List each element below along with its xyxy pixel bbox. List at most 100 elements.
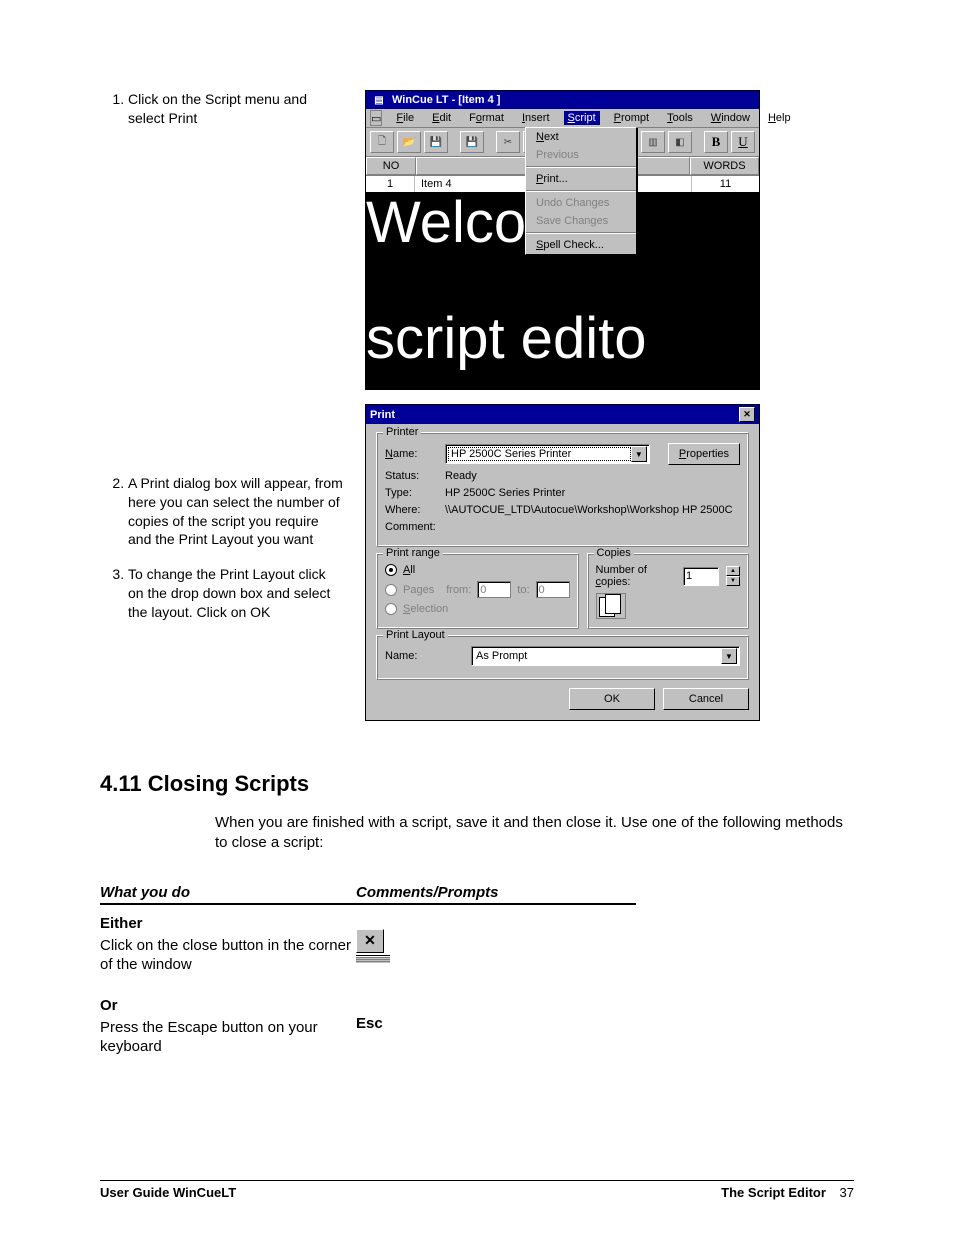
- opt-all[interactable]: All: [385, 564, 570, 576]
- to-input: 0: [536, 581, 570, 598]
- col-a-title: What you do: [100, 884, 356, 905]
- tb-bold-button[interactable]: B: [704, 131, 728, 153]
- copies-group: Copies Number of copies: 1 ▲ ▼: [587, 553, 749, 629]
- menu-window[interactable]: Window: [707, 111, 754, 125]
- toolbar: 🗋 📂 💾 💾 ✂ ⧉ ▥ ◧ B U Next P: [366, 128, 759, 157]
- table-header: What you do Comments/Prompts: [100, 884, 640, 911]
- tb-cut-icon[interactable]: ✂: [496, 131, 520, 153]
- instructions-col: Click on the Script menu and select Prin…: [100, 90, 345, 721]
- tb-new-icon[interactable]: 🗋: [370, 131, 394, 153]
- menu-format[interactable]: Format: [465, 111, 508, 125]
- opt-selection: Selection: [385, 603, 570, 615]
- printer-name-value: HP 2500C Series Printer: [448, 447, 631, 461]
- spin-down-icon[interactable]: ▼: [726, 576, 740, 586]
- from-label: from:: [446, 584, 471, 596]
- dlg-title-text: Print: [370, 409, 395, 421]
- tb-saveall-icon[interactable]: 💾: [460, 131, 484, 153]
- dd-sep3: [526, 232, 636, 234]
- properties-button[interactable]: Properties: [668, 443, 740, 465]
- section-para: When you are finished with a script, sav…: [215, 813, 854, 854]
- opt-pages: Pages from: 0 to: 0: [385, 581, 570, 598]
- comment-row: Comment:: [385, 521, 740, 533]
- footer-right: The Script Editor 37: [721, 1185, 854, 1200]
- footer: User Guide WinCueLT The Script Editor 37: [100, 1180, 854, 1200]
- section-heading: 4.11 Closing Scripts: [100, 771, 854, 797]
- menu-insert[interactable]: Insert: [518, 111, 554, 125]
- combo-arrow-icon[interactable]: ▼: [631, 446, 647, 462]
- copies-spinner[interactable]: ▲ ▼: [726, 566, 740, 586]
- spin-up-icon[interactable]: ▲: [726, 566, 740, 576]
- layout-combo[interactable]: As Prompt ▼: [471, 646, 740, 666]
- layout-group: Print Layout Name: As Prompt ▼: [376, 635, 749, 680]
- spacer: [100, 144, 345, 474]
- col-b-title: Comments/Prompts: [356, 884, 636, 905]
- tb-open-icon[interactable]: 📂: [397, 131, 421, 153]
- esc-label: Esc: [356, 1015, 636, 1032]
- step-3: To change the Print Layout click on the …: [128, 565, 345, 622]
- dd-spell-check[interactable]: Spell Check...: [526, 236, 636, 254]
- ok-button[interactable]: OK: [569, 688, 655, 710]
- tb-misc2-icon[interactable]: ◧: [668, 131, 692, 153]
- type-label: Type:: [385, 487, 439, 499]
- copies-input[interactable]: 1: [683, 567, 719, 586]
- status-label: Status:: [385, 470, 439, 482]
- window-close-icon: ✕: [356, 929, 384, 953]
- printer-name-row: Name: HP 2500C Series Printer ▼ Properti…: [385, 443, 740, 465]
- titlebar: ▤ WinCue LT - [Item 4 ]: [366, 91, 759, 109]
- layout-name-label: Name:: [385, 650, 465, 662]
- either-label: Either: [100, 915, 356, 932]
- tb-save-icon[interactable]: 💾: [424, 131, 448, 153]
- type-value: HP 2500C Series Printer: [445, 487, 565, 499]
- menu-prompt[interactable]: Prompt: [610, 111, 653, 125]
- status-value: Ready: [445, 470, 477, 482]
- radio-selection: [385, 603, 397, 615]
- footer-right-text: The Script Editor: [721, 1185, 826, 1200]
- col-words: WORDS: [690, 157, 759, 175]
- dlg-titlebar: Print ✕: [366, 405, 759, 424]
- name-label: Name:: [385, 448, 439, 460]
- dd-save-changes: Save Changes: [526, 212, 636, 230]
- range-legend: Print range: [383, 547, 443, 559]
- dlg-body: Printer Name: HP 2500C Series Printer ▼ …: [366, 424, 759, 720]
- radio-all[interactable]: [385, 564, 397, 576]
- printer-legend: Printer: [383, 426, 421, 438]
- layout-arrow-icon[interactable]: ▼: [721, 648, 737, 664]
- grip-graphic: [356, 957, 390, 963]
- comment-label: Comment:: [385, 521, 439, 533]
- row-or: Or Press the Escape button on your keybo…: [100, 993, 640, 1075]
- to-label: to:: [517, 584, 529, 596]
- menu-tools[interactable]: Tools: [663, 111, 697, 125]
- editor-line2: script edito: [366, 306, 646, 371]
- menu-file[interactable]: File: [392, 111, 418, 125]
- layout-legend: Print Layout: [383, 629, 448, 641]
- mdi-icon[interactable]: ▭: [370, 110, 382, 126]
- printer-name-combo[interactable]: HP 2500C Series Printer ▼: [445, 444, 650, 464]
- or-text: Press the Escape button on your keyboard: [100, 1018, 356, 1057]
- cell-no: 1: [366, 176, 415, 192]
- radio-pages: [385, 584, 397, 596]
- upper-row: Click on the Script menu and select Prin…: [100, 90, 854, 721]
- where-value: \\AUTOCUE_LTD\Autocue\Workshop\Workshop …: [445, 504, 733, 516]
- menu-help[interactable]: Help: [764, 111, 795, 125]
- dd-sep2: [526, 190, 636, 192]
- dd-print[interactable]: Print...: [526, 170, 636, 188]
- menu-edit[interactable]: Edit: [428, 111, 455, 125]
- menu-script[interactable]: Script: [564, 111, 600, 125]
- wincue-window: ▤ WinCue LT - [Item 4 ] ▭ File Edit Form…: [365, 90, 760, 390]
- instruction-list-2: A Print dialog box will appear, from her…: [100, 474, 345, 622]
- cancel-button[interactable]: Cancel: [663, 688, 749, 710]
- instruction-list: Click on the Script menu and select Prin…: [100, 90, 345, 128]
- dd-undo-changes: Undo Changes: [526, 194, 636, 212]
- page-number: 37: [840, 1185, 854, 1200]
- menubar: ▭ File Edit Format Insert Script Prompt …: [366, 109, 759, 128]
- dd-next[interactable]: Next: [526, 128, 636, 146]
- tb-underline-button[interactable]: U: [731, 131, 755, 153]
- app-icon: ▤: [372, 93, 386, 107]
- tb-misc1-icon[interactable]: ▥: [641, 131, 665, 153]
- close-icon[interactable]: ✕: [739, 407, 755, 422]
- status-row: Status: Ready: [385, 470, 740, 482]
- copies-row: Number of copies: 1 ▲ ▼: [596, 564, 740, 588]
- copies-label: Number of copies:: [596, 564, 677, 588]
- script-dropdown: Next Previous Print... Undo Changes Save…: [525, 127, 637, 255]
- page: Click on the Script menu and select Prin…: [0, 0, 954, 1235]
